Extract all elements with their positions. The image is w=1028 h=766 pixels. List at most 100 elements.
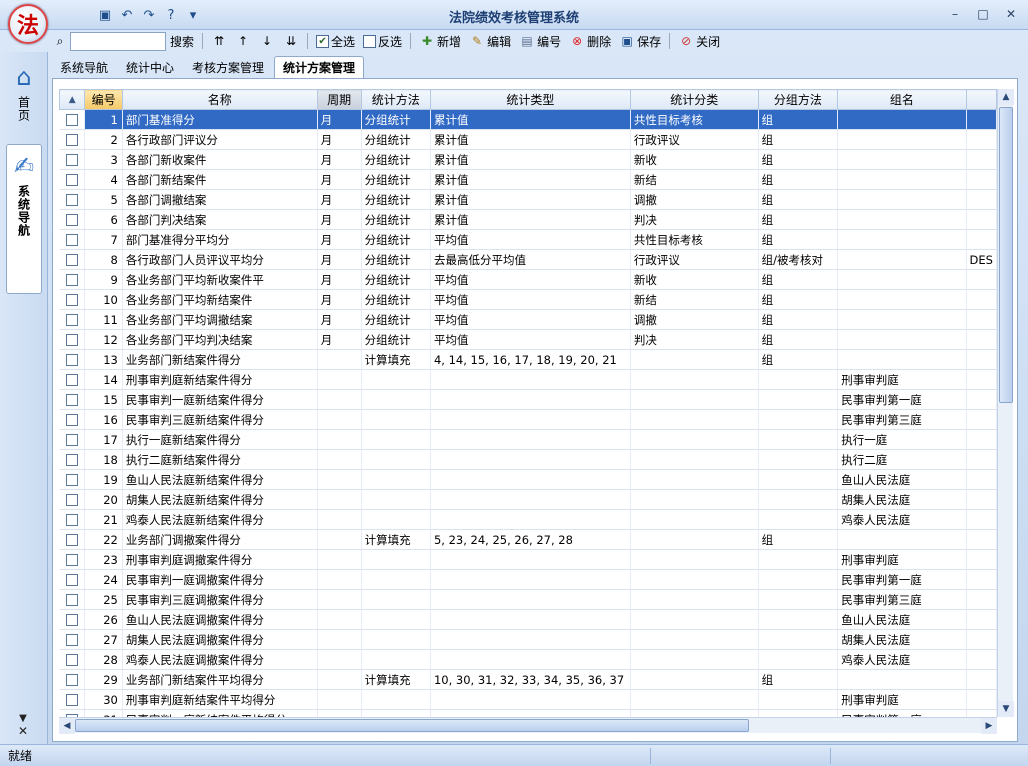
row-checkbox-cell[interactable]: [59, 569, 86, 590]
header-stat-category[interactable]: 统计分类: [629, 89, 759, 110]
row-checkbox[interactable]: [65, 214, 78, 226]
close-sidebar-icon[interactable]: ✕: [18, 724, 28, 738]
scroll-right-icon[interactable]: ▶: [981, 718, 997, 734]
table-row[interactable]: 18 执行二庭新结案件得分 执行二庭: [59, 449, 997, 470]
table-row[interactable]: 24 民事审判一庭调撤案件得分 民事审判第一庭: [59, 569, 997, 590]
minimize-button[interactable]: –: [946, 6, 964, 22]
row-checkbox-cell[interactable]: [59, 209, 86, 230]
row-checkbox-cell[interactable]: [59, 309, 86, 330]
table-row[interactable]: 30 刑事审判庭新结案件平均得分 刑事审判庭: [59, 689, 997, 710]
row-checkbox-cell[interactable]: [59, 189, 86, 210]
row-checkbox[interactable]: [65, 334, 78, 346]
vertical-scroll-thumb[interactable]: [999, 107, 1013, 403]
tab-assessment-plan[interactable]: 考核方案管理: [184, 56, 272, 78]
row-checkbox-cell[interactable]: [59, 149, 86, 170]
row-checkbox[interactable]: [65, 474, 78, 486]
table-row[interactable]: 11 各业务部门平均调撤结案月分组统计 平均值 调撤组: [59, 309, 997, 330]
row-checkbox-cell[interactable]: [59, 589, 86, 610]
header-number[interactable]: 编号: [84, 89, 123, 110]
table-row[interactable]: 27 胡集人民法庭调撤案件得分 胡集人民法庭: [59, 629, 997, 650]
row-checkbox[interactable]: [65, 294, 78, 306]
row-checkbox-cell[interactable]: [59, 369, 86, 390]
sidebar-item-home[interactable]: ⌂ 首页: [6, 62, 42, 122]
row-checkbox[interactable]: [65, 254, 78, 266]
close-button[interactable]: ⊘ 关闭: [676, 31, 722, 51]
row-checkbox[interactable]: [65, 634, 78, 646]
scroll-up-icon[interactable]: ▲: [998, 89, 1014, 105]
table-row[interactable]: 26 鱼山人民法庭调撤案件得分 鱼山人民法庭: [59, 609, 997, 630]
table-row[interactable]: 28 鸡泰人民法庭调撤案件得分 鸡泰人民法庭: [59, 649, 997, 670]
row-checkbox-cell[interactable]: [59, 389, 86, 410]
header-stat-type[interactable]: 统计类型: [429, 89, 631, 110]
table-row[interactable]: 17 执行一庭新结案件得分 执行一庭: [59, 429, 997, 450]
table-row[interactable]: 15 民事审判一庭新结案件得分 民事审判第一庭: [59, 389, 997, 410]
row-checkbox[interactable]: [65, 234, 78, 246]
table-row[interactable]: 29 业务部门新结案件平均得分 计算填充 10, 30, 31, 32, 33, 34…: [59, 669, 997, 690]
row-checkbox[interactable]: [65, 514, 78, 526]
sidebar-item-nav[interactable]: ✍ 系统导航: [6, 144, 42, 294]
table-row[interactable]: 19 鱼山人民法庭新结案件得分 鱼山人民法庭: [59, 469, 997, 490]
header-group-name[interactable]: 组名: [837, 89, 967, 110]
table-row[interactable]: 6 各部门判决结案月分组统计 累计值 判决组: [59, 209, 997, 230]
scroll-down-icon[interactable]: ▼: [998, 701, 1014, 717]
move-bottom-button[interactable]: ⇊: [281, 31, 301, 51]
row-checkbox-cell[interactable]: [59, 449, 86, 470]
collapse-down-icon[interactable]: ▼: [19, 713, 27, 724]
tab-stats-center[interactable]: 统计中心: [118, 56, 182, 78]
vertical-scrollbar[interactable]: ▲ ▼: [997, 89, 1014, 717]
table-row[interactable]: 7 部门基准得分平均分月分组统计 平均值 共性目标考核组: [59, 229, 997, 250]
row-checkbox[interactable]: [65, 394, 78, 406]
header-group-method[interactable]: 分组方法: [757, 89, 839, 110]
row-checkbox[interactable]: [65, 274, 78, 286]
number-button[interactable]: ▤ 编号: [517, 31, 563, 51]
move-top-button[interactable]: ⇈: [209, 31, 229, 51]
search-input[interactable]: [70, 31, 166, 51]
row-checkbox[interactable]: [65, 114, 78, 126]
row-checkbox[interactable]: [65, 574, 78, 586]
table-row[interactable]: 13 业务部门新结案件得分 计算填充 4, 14, 15, 16, 17, 18, 1…: [59, 349, 997, 370]
table-row[interactable]: 14 刑事审判庭新结案件得分 刑事审判庭: [59, 369, 997, 390]
header-name[interactable]: 名称: [121, 89, 318, 110]
row-checkbox-cell[interactable]: [59, 509, 86, 530]
row-checkbox-cell[interactable]: [59, 109, 86, 130]
row-checkbox[interactable]: [65, 534, 78, 546]
row-checkbox[interactable]: [65, 614, 78, 626]
table-row[interactable]: 22 业务部门调撤案件得分 计算填充 5, 23, 24, 25, 26, 27, 2…: [59, 529, 997, 550]
row-checkbox[interactable]: [65, 314, 78, 326]
row-checkbox-cell[interactable]: [59, 609, 86, 630]
horizontal-scroll-thumb[interactable]: [75, 719, 749, 732]
row-checkbox[interactable]: [65, 194, 78, 206]
row-checkbox-cell[interactable]: [59, 169, 86, 190]
row-checkbox[interactable]: [65, 354, 78, 366]
table-row[interactable]: 16 民事审判三庭新结案件得分 民事审判第三庭: [59, 409, 997, 430]
edit-button[interactable]: ✎ 编辑: [467, 31, 513, 51]
row-checkbox[interactable]: [65, 134, 78, 146]
table-row[interactable]: 4 各部门新结案件月分组统计 累计值 新结组: [59, 169, 997, 190]
close-window-button[interactable]: ✕: [1002, 6, 1020, 22]
row-checkbox-cell[interactable]: [59, 229, 86, 250]
table-row[interactable]: 3 各部门新收案件月分组统计 累计值 新收组: [59, 149, 997, 170]
row-checkbox-cell[interactable]: [59, 249, 86, 270]
header-sort-icon[interactable]: ▲: [59, 89, 86, 110]
row-checkbox[interactable]: [65, 674, 78, 686]
row-checkbox[interactable]: [65, 374, 78, 386]
row-checkbox[interactable]: [65, 654, 78, 666]
save-button[interactable]: ▣ 保存: [617, 31, 663, 51]
row-checkbox[interactable]: [65, 694, 78, 706]
table-row[interactable]: 12 各业务部门平均判决结案月分组统计 平均值 判决组: [59, 329, 997, 350]
row-checkbox[interactable]: [65, 554, 78, 566]
move-up-button[interactable]: ↑: [233, 31, 253, 51]
row-checkbox-cell[interactable]: [59, 689, 86, 710]
maximize-button[interactable]: □: [974, 6, 992, 22]
row-checkbox-cell[interactable]: [59, 489, 86, 510]
row-checkbox-cell[interactable]: [59, 549, 86, 570]
table-row[interactable]: 25 民事审判三庭调撤案件得分 民事审判第三庭: [59, 589, 997, 610]
table-row[interactable]: 23 刑事审判庭调撤案件得分 刑事审判庭: [59, 549, 997, 570]
row-checkbox[interactable]: [65, 454, 78, 466]
table-row[interactable]: 31民事审判一庭新结案件平均得分 民事审判第一庭: [59, 709, 997, 717]
table-row[interactable]: 1 部门基准得分月分组统计 累计值 共性目标考核组: [59, 109, 997, 130]
table-row[interactable]: 8 各行政部门人员评议平均分月分组统计 去最高低分平均值 行政评议 组/被考核对 DES: [59, 249, 997, 270]
row-checkbox-cell[interactable]: [59, 529, 86, 550]
horizontal-scrollbar[interactable]: ◀ ▶: [59, 717, 997, 734]
row-checkbox[interactable]: [65, 154, 78, 166]
